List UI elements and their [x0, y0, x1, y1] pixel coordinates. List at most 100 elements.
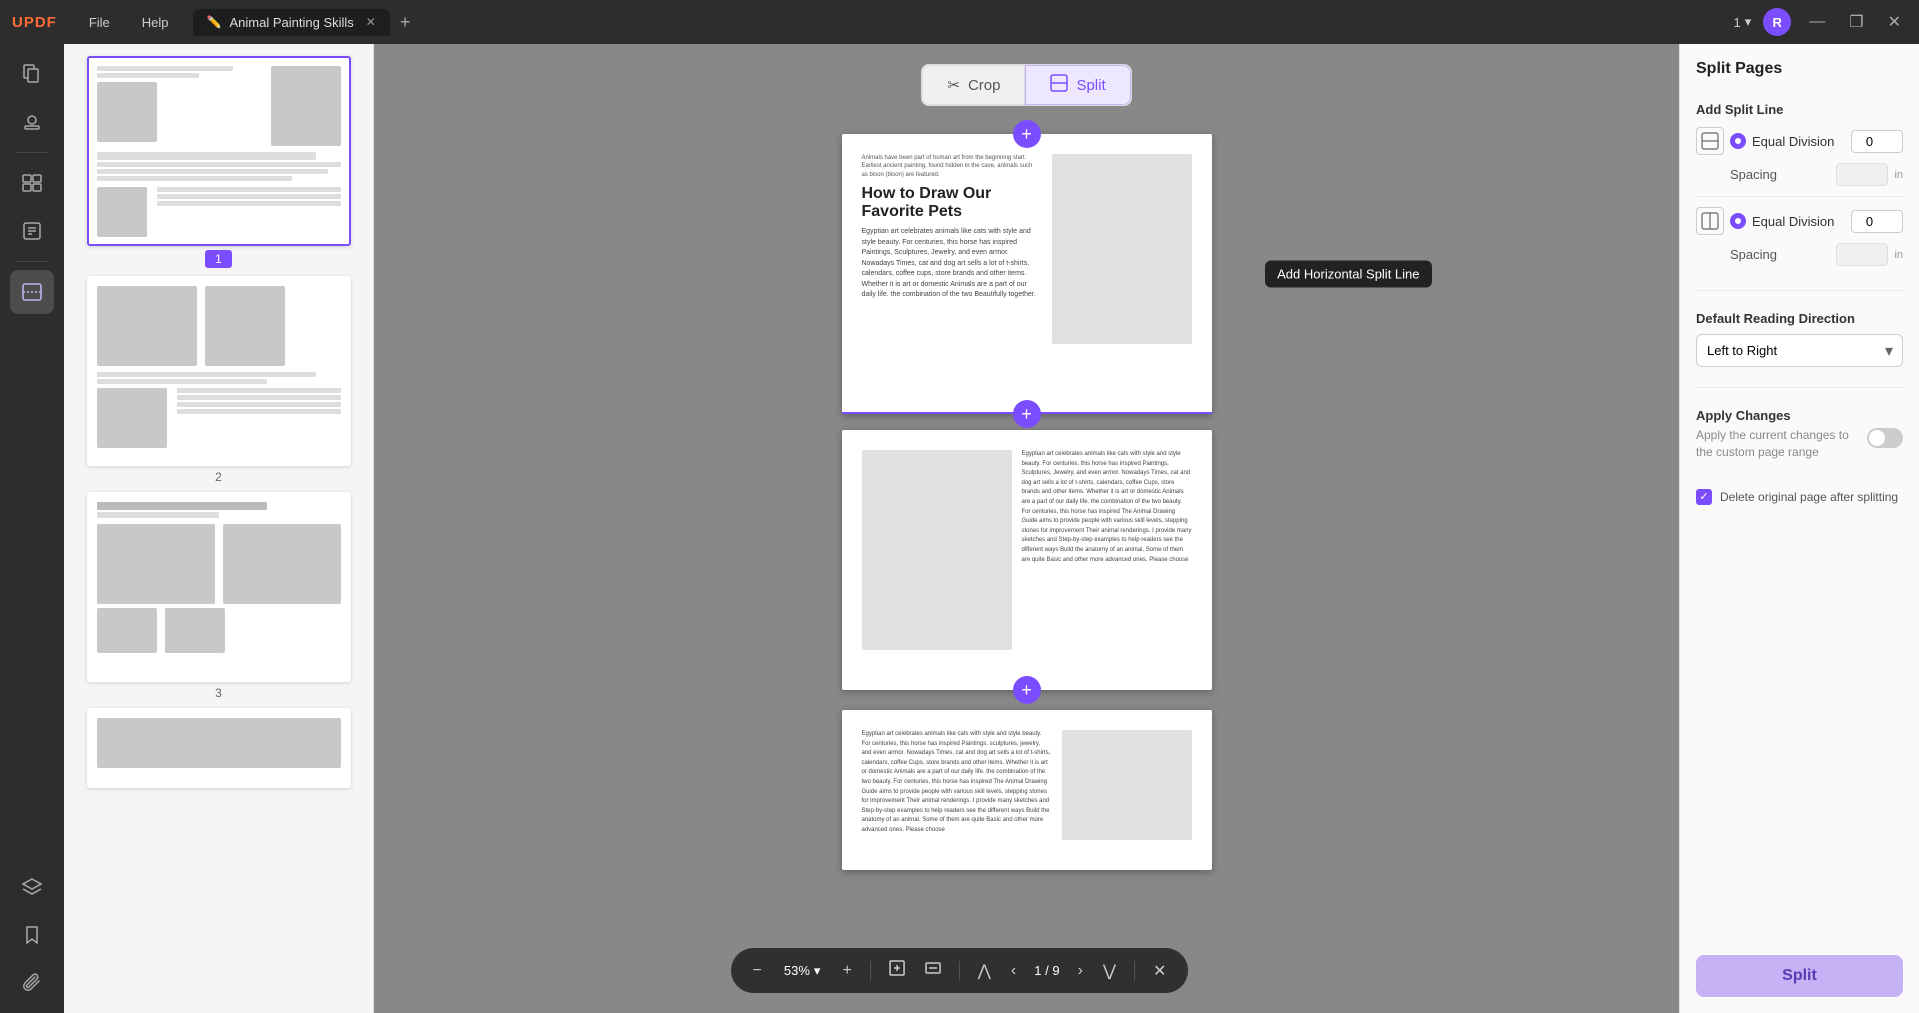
- page-count-indicator[interactable]: 1 ▾: [1733, 14, 1751, 30]
- sidebar-icon-edit[interactable]: [10, 209, 54, 253]
- zoom-out-button[interactable]: −: [747, 958, 768, 984]
- sidebar-icon-bookmark[interactable]: [10, 913, 54, 957]
- apply-toggle[interactable]: [1867, 428, 1903, 448]
- tab-document[interactable]: ✏️ Animal Painting Skills ✕: [193, 9, 390, 36]
- next-page-button[interactable]: ›: [1072, 958, 1089, 984]
- split-action-button[interactable]: Split: [1696, 955, 1903, 997]
- sidebar-icon-layers[interactable]: [10, 865, 54, 909]
- last-page-button[interactable]: ⋁: [1097, 957, 1122, 985]
- vertical-radio[interactable]: [1730, 213, 1746, 229]
- apply-changes-label: Apply Changes: [1696, 408, 1867, 423]
- split-label: Split: [1076, 77, 1105, 94]
- thumbnail-image-2: [87, 276, 351, 466]
- page-content-1: Animals have been part of human art from…: [842, 134, 1212, 414]
- add-split-line-section: Add Split Line Equal Division Spacing in: [1696, 102, 1903, 270]
- zoom-in-button[interactable]: +: [836, 958, 857, 984]
- close-toolbar-button[interactable]: ✕: [1147, 957, 1172, 985]
- topbar: UPDF File Help ✏️ Animal Painting Skills…: [0, 0, 1919, 44]
- page-content-1-bottom: Egyptian art celebrates animals like cat…: [842, 430, 1212, 690]
- restore-button[interactable]: ❐: [1843, 10, 1869, 34]
- thumbnail-number-3: 3: [215, 686, 222, 700]
- panel-title: Split Pages: [1696, 60, 1903, 78]
- delete-original-checkbox[interactable]: [1696, 489, 1712, 505]
- thumbnail-item-2[interactable]: 2: [76, 276, 361, 484]
- doc-page-1: + Animals have been part of human art fr…: [842, 134, 1212, 414]
- thumbnail-item-4[interactable]: [76, 708, 361, 788]
- horizontal-spacing-label: Spacing: [1730, 167, 1830, 182]
- sidebar-divider-2: [16, 261, 48, 262]
- divider-3: [1696, 387, 1903, 388]
- thumbnail-number-2: 2: [215, 470, 222, 484]
- thumbnail-item-1[interactable]: 1: [76, 56, 361, 268]
- close-window-button[interactable]: ✕: [1882, 10, 1907, 34]
- thumbnail-image-3: [87, 492, 351, 682]
- right-panel: Split Pages Add Split Line Equal Divisio…: [1679, 44, 1919, 1013]
- vertical-division-input[interactable]: [1851, 210, 1903, 233]
- toolbar: ✂ Crop Split: [394, 64, 1659, 118]
- page-title-text: How to Draw OurFavorite Pets: [862, 185, 1040, 221]
- doc-page-2: Egyptian art celebrates animals like cat…: [842, 710, 1212, 870]
- fit-width-button[interactable]: [919, 956, 947, 985]
- zoom-level-display[interactable]: 53% ▾: [776, 961, 829, 981]
- add-tab-button[interactable]: +: [394, 10, 417, 35]
- split-button[interactable]: Split: [1025, 65, 1130, 105]
- sidebar-icon-pages[interactable]: [10, 52, 54, 96]
- minimize-button[interactable]: —: [1803, 11, 1831, 33]
- main-layout: 1 2: [0, 44, 1919, 1013]
- thumbnail-image-4: [87, 708, 351, 788]
- horizontal-division-input[interactable]: [1851, 130, 1903, 153]
- menu-help[interactable]: Help: [134, 11, 177, 34]
- page-image-cat: [862, 450, 1012, 650]
- user-avatar[interactable]: R: [1763, 8, 1791, 36]
- divider-1: [1696, 196, 1903, 197]
- apply-changes-section: Apply Changes Apply the current changes …: [1696, 408, 1903, 469]
- add-split-line-label: Add Split Line: [1696, 102, 1903, 117]
- horizontal-split-icon: [1696, 127, 1724, 155]
- sidebar-icon-organize[interactable]: [10, 161, 54, 205]
- sidebar-icon-stamp[interactable]: [10, 100, 54, 144]
- split-handle-top[interactable]: +: [1013, 120, 1041, 148]
- prev-page-button[interactable]: ‹: [1005, 958, 1022, 984]
- split-handle-bottom[interactable]: +: [1013, 676, 1041, 704]
- vertical-equal-label: Equal Division: [1752, 214, 1845, 229]
- horizontal-radio[interactable]: [1730, 133, 1746, 149]
- sidebar-divider-1: [16, 152, 48, 153]
- divider-2: [1696, 290, 1903, 291]
- page-content-2: Egyptian art celebrates animals like cat…: [842, 710, 1212, 870]
- split-handle-middle[interactable]: +: [1013, 400, 1041, 428]
- page-body-text-3: Egyptian art celebrates animals like cat…: [862, 730, 1052, 836]
- horizontal-spacing-input[interactable]: [1836, 163, 1888, 186]
- sidebar-icon-split[interactable]: [10, 270, 54, 314]
- current-page-display: 1 / 9: [1030, 963, 1063, 978]
- vertical-split-icon: [1696, 207, 1724, 235]
- updf-logo: UPDF: [12, 14, 57, 31]
- delete-original-row: Delete original page after splitting: [1696, 489, 1903, 505]
- direction-select-wrapper: Left to Right Right to Left Top to Botto…: [1696, 334, 1903, 367]
- page-area: ✂ Crop Split + Animals have been part of…: [374, 44, 1679, 1013]
- vertical-spacing-unit: in: [1894, 249, 1903, 261]
- tab-close-button[interactable]: ✕: [366, 15, 376, 29]
- crop-button[interactable]: ✂ Crop: [922, 65, 1025, 105]
- page-body-text: Egyptian art celebrates animals like cat…: [862, 227, 1040, 301]
- split-tooltip: Add Horizontal Split Line: [1265, 261, 1431, 288]
- horizontal-division-row: Equal Division: [1696, 127, 1903, 155]
- apply-text-group: Apply Changes Apply the current changes …: [1696, 408, 1867, 469]
- first-page-button[interactable]: ⋀: [972, 957, 997, 985]
- split-icon: [1050, 74, 1068, 96]
- page-body-text-2: Egyptian art celebrates animals like cat…: [1022, 450, 1192, 565]
- direction-select[interactable]: Left to Right Right to Left Top to Botto…: [1696, 334, 1903, 367]
- tab-edit-icon: ✏️: [207, 15, 222, 29]
- horizontal-spacing-row: Spacing in: [1730, 163, 1903, 186]
- thumbnail-item-3[interactable]: 3: [76, 492, 361, 700]
- sidebar-icon-paperclip[interactable]: [10, 961, 54, 1005]
- crop-icon: ✂: [947, 76, 960, 94]
- doc-page-1-bottom: Egyptian art celebrates animals like cat…: [842, 430, 1212, 690]
- fit-page-button[interactable]: [883, 956, 911, 985]
- thumbnail-image-1: [87, 56, 351, 246]
- page-header-text: Animals have been part of human art from…: [862, 154, 1040, 179]
- crop-label: Crop: [968, 77, 1001, 94]
- bottom-separator-3: [1134, 961, 1135, 981]
- tab-label: Animal Painting Skills: [230, 15, 354, 30]
- vertical-spacing-input[interactable]: [1836, 243, 1888, 266]
- menu-file[interactable]: File: [81, 11, 118, 34]
